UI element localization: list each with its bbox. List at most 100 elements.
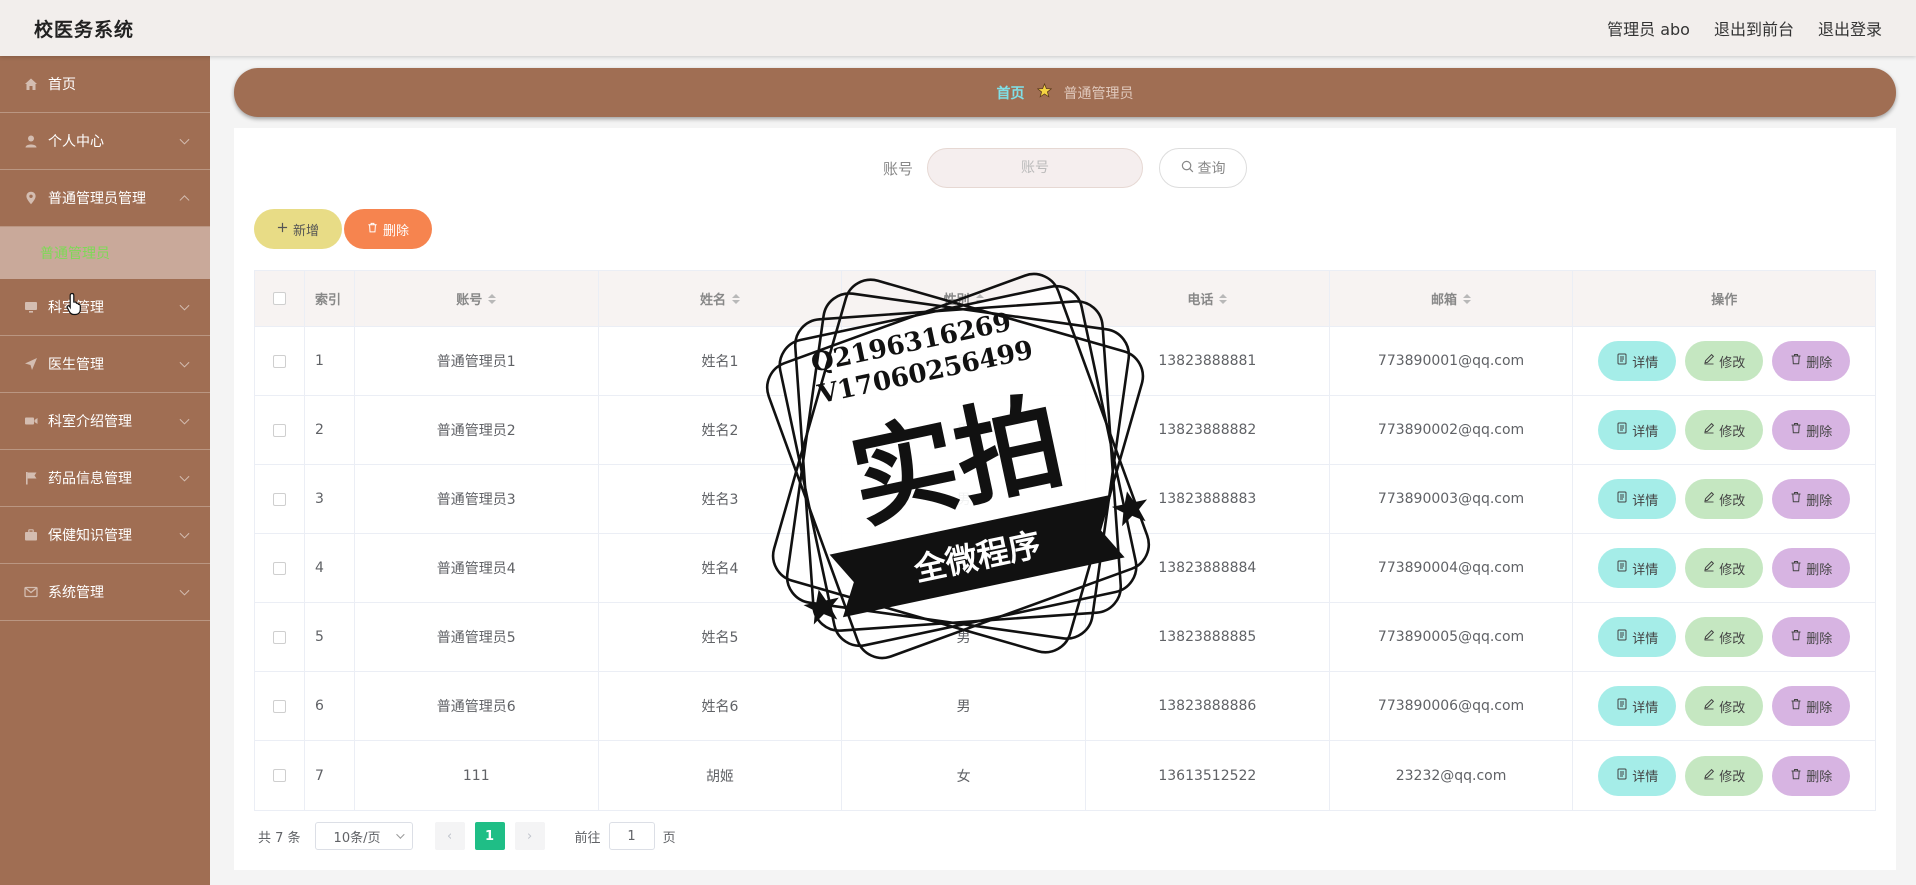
- app-title: 校医务系统: [34, 18, 135, 41]
- page-size-select[interactable]: 10条/页: [314, 822, 413, 850]
- sidebar-item-medicine[interactable]: 药品信息管理: [0, 450, 210, 507]
- header-account[interactable]: 账号: [355, 271, 599, 326]
- row-checkbox[interactable]: [272, 561, 286, 575]
- table-row: 4 普通管理员4 姓名4 男 13823888884 773890004@qq.com 详情…: [255, 534, 1875, 603]
- sidebar-item-system[interactable]: 系统管理: [0, 564, 210, 621]
- sidebar-item-health-knowledge[interactable]: 保健知识管理: [0, 507, 210, 564]
- cell-email-value: 773890002@qq.com: [1377, 422, 1525, 438]
- cell-index: 1: [305, 327, 355, 395]
- row-checkbox[interactable]: [272, 630, 286, 644]
- search-button[interactable]: 查询: [1159, 148, 1247, 188]
- prev-page-button[interactable]: ‹: [434, 822, 465, 850]
- cell-email: 773890006@qq.com: [1330, 672, 1574, 740]
- row-checkbox[interactable]: [272, 492, 286, 506]
- sort-icon[interactable]: [488, 293, 497, 304]
- page-size-value: 10条/页: [333, 830, 381, 846]
- pencil-icon: [1703, 353, 1715, 369]
- cell-gender-value: 女: [956, 768, 971, 785]
- sidebar: 首页 个人中心 普通管理员管理 普通管理员 科室管理 医生管理 科室介绍管理 药…: [0, 56, 210, 885]
- header-gender[interactable]: 性别: [842, 271, 1086, 326]
- row-checkbox[interactable]: [272, 699, 286, 713]
- cell-email-value: 773890001@qq.com: [1377, 353, 1525, 369]
- row-checkbox[interactable]: [272, 769, 286, 782]
- detail-button[interactable]: 详情: [1598, 755, 1677, 796]
- detail-button[interactable]: 详情: [1598, 548, 1677, 588]
- breadcrumb-home[interactable]: 首页: [997, 83, 1025, 103]
- header-email-label: 邮箱: [1431, 293, 1458, 308]
- pencil-icon: [1703, 698, 1715, 714]
- batch-delete-button[interactable]: 删除: [344, 209, 432, 249]
- row-checkbox[interactable]: [272, 354, 286, 368]
- delete-button[interactable]: 删除: [1772, 686, 1851, 726]
- sidebar-item-home[interactable]: 首页: [0, 56, 210, 113]
- document-icon: [1616, 491, 1628, 507]
- delete-button[interactable]: 删除: [1772, 755, 1851, 796]
- detail-button[interactable]: 详情: [1598, 479, 1677, 519]
- edit-button[interactable]: 修改: [1685, 755, 1764, 796]
- header-links: 管理员 abo 退出到前台 退出登录: [1607, 16, 1882, 40]
- next-page-button[interactable]: ›: [514, 822, 545, 850]
- goto-suffix: 页: [662, 830, 676, 846]
- edit-button[interactable]: 修改: [1685, 341, 1764, 381]
- cell-name: 姓名3: [599, 465, 843, 533]
- sidebar-item-department[interactable]: 科室管理: [0, 279, 210, 336]
- cell-actions: 详情 修改 删除: [1573, 465, 1875, 533]
- cell-name: 姓名6: [599, 672, 843, 740]
- header-index: 索引: [305, 271, 355, 326]
- sidebar-item-doctor[interactable]: 医生管理: [0, 336, 210, 393]
- trash-icon: [1790, 698, 1802, 714]
- pencil-icon: [1703, 560, 1715, 576]
- edit-button[interactable]: 修改: [1685, 410, 1764, 450]
- cell-name: 姓名5: [599, 603, 843, 671]
- sort-icon[interactable]: [731, 293, 740, 304]
- edit-button[interactable]: 修改: [1685, 617, 1764, 657]
- back-to-front-link[interactable]: 退出到前台: [1714, 16, 1794, 40]
- document-icon: [1616, 698, 1628, 714]
- header-phone[interactable]: 电话: [1086, 271, 1330, 326]
- delete-button[interactable]: 删除: [1772, 479, 1851, 519]
- row-checkbox[interactable]: [272, 423, 286, 437]
- sort-icon[interactable]: [1463, 293, 1472, 304]
- edit-button[interactable]: 修改: [1685, 479, 1764, 519]
- sort-icon[interactable]: [975, 293, 984, 304]
- detail-button[interactable]: 详情: [1598, 410, 1677, 450]
- sidebar-subitem-admin[interactable]: 普通管理员: [0, 227, 210, 279]
- edit-button[interactable]: 修改: [1685, 686, 1764, 726]
- trash-icon: [1790, 629, 1802, 645]
- page-number-current[interactable]: 1: [474, 822, 505, 850]
- cell-phone: 13823888886: [1086, 672, 1330, 740]
- header-name[interactable]: 姓名: [599, 271, 843, 326]
- cell-gender: 女: [842, 741, 1086, 810]
- edit-button[interactable]: 修改: [1685, 548, 1764, 588]
- cell-name-value: 姓名1: [701, 354, 739, 370]
- cell-account: 111: [355, 741, 599, 810]
- logout-link[interactable]: 退出登录: [1818, 16, 1882, 40]
- delete-button[interactable]: 删除: [1772, 617, 1851, 657]
- table-body: 1 普通管理员1 姓名1 男 13823888881 773890001@qq.com 详情…: [255, 327, 1875, 810]
- mail-icon: [24, 585, 38, 599]
- add-button[interactable]: 新增: [254, 209, 342, 249]
- sidebar-item-department-intro[interactable]: 科室介绍管理: [0, 393, 210, 450]
- chevron-up-icon: [179, 195, 190, 206]
- account-search-input[interactable]: [927, 148, 1143, 188]
- current-user-label: 管理员 abo: [1607, 20, 1690, 39]
- document-icon: [1616, 768, 1628, 784]
- select-all-checkbox[interactable]: [272, 292, 286, 305]
- cell-name: 姓名4: [599, 534, 843, 602]
- detail-button[interactable]: 详情: [1598, 341, 1677, 381]
- detail-button[interactable]: 详情: [1598, 686, 1677, 726]
- edit-button-label: 修改: [1719, 562, 1746, 578]
- delete-button[interactable]: 删除: [1772, 410, 1851, 450]
- header-email[interactable]: 邮箱: [1330, 271, 1574, 326]
- sort-icon[interactable]: [1219, 293, 1228, 304]
- delete-button[interactable]: 删除: [1772, 341, 1851, 381]
- cell-index: 7: [305, 741, 355, 810]
- delete-button[interactable]: 删除: [1772, 548, 1851, 588]
- cell-checkbox: [255, 465, 305, 533]
- delete-button-label: 删除: [1806, 562, 1833, 578]
- sidebar-item-admin-management[interactable]: 普通管理员管理: [0, 170, 210, 227]
- goto-page-input[interactable]: [608, 822, 655, 850]
- cell-email: 773890002@qq.com: [1330, 396, 1574, 464]
- detail-button[interactable]: 详情: [1598, 617, 1677, 657]
- sidebar-item-profile[interactable]: 个人中心: [0, 113, 210, 170]
